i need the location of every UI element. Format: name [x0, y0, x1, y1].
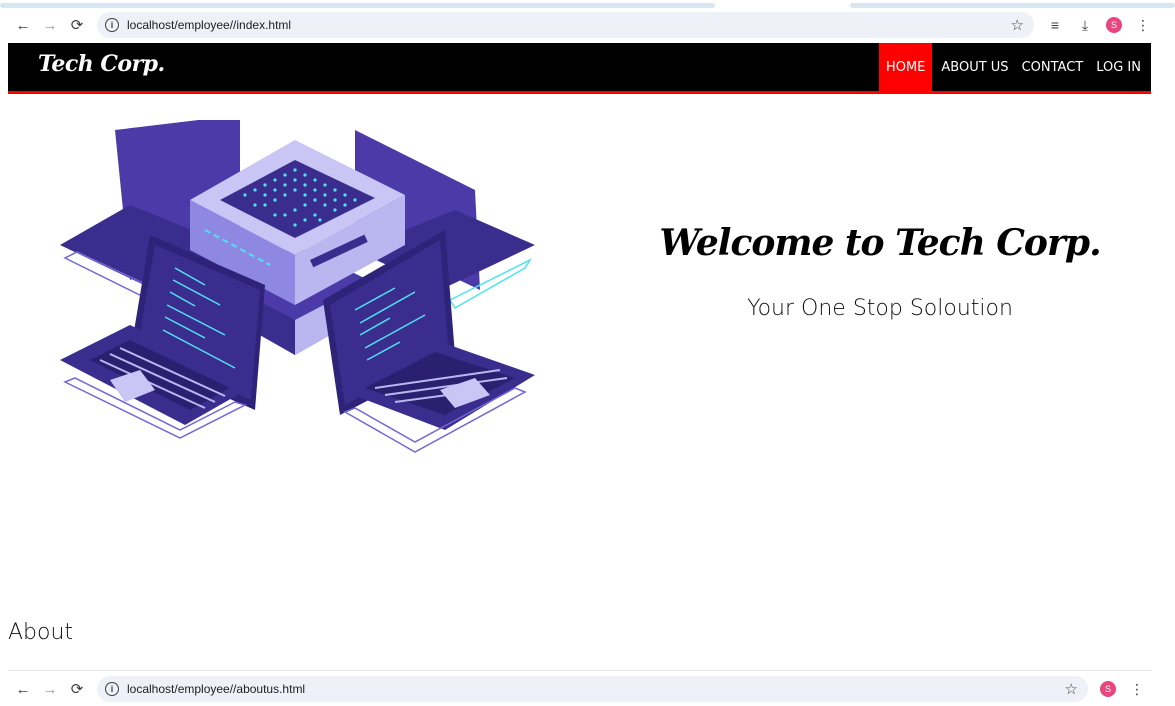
address-url: localhost/employee//index.html — [127, 18, 292, 32]
bookmark-star-icon[interactable]: ☆ — [1065, 680, 1078, 698]
menu-kebab-icon[interactable]: ⋮ — [1128, 681, 1146, 698]
menu-kebab-icon[interactable]: ⋮ — [1134, 17, 1152, 34]
site-info-icon[interactable]: i — [105, 682, 119, 696]
site-logo[interactable]: Tech Corp. — [38, 51, 165, 77]
toolbar-actions: ≡ ⤓ S ⋮ — [1046, 17, 1152, 34]
nav-links: HOME ABOUT US CONTACT LOG IN — [874, 43, 1145, 91]
browser-toolbar-bottom: ← → ⟳ i localhost/employee//aboutus.html… — [0, 672, 1175, 706]
site-info-icon[interactable]: i — [105, 18, 119, 32]
browser-toolbar-top: ← → ⟳ i localhost/employee//index.html ☆… — [0, 8, 1175, 42]
tab-strip — [0, 0, 1175, 8]
forward-icon[interactable]: → — [37, 676, 63, 702]
reading-list-icon[interactable]: ≡ — [1046, 17, 1064, 33]
reload-icon[interactable]: ⟳ — [64, 12, 90, 38]
address-bar[interactable]: i localhost/employee//aboutus.html ☆ — [97, 676, 1088, 702]
nav-about-us[interactable]: ABOUT US — [937, 43, 1012, 91]
back-icon[interactable]: ← — [10, 676, 36, 702]
download-icon[interactable]: ⤓ — [1076, 17, 1094, 34]
about-heading: About — [8, 620, 74, 645]
profile-avatar[interactable]: S — [1106, 17, 1122, 33]
reload-icon[interactable]: ⟳ — [64, 676, 90, 702]
bookmark-star-icon[interactable]: ☆ — [1011, 16, 1024, 34]
toolbar-actions: S ⋮ — [1100, 681, 1146, 698]
site-navbar: Tech Corp. HOME ABOUT US CONTACT LOG IN — [8, 43, 1151, 94]
forward-icon[interactable]: → — [37, 12, 63, 38]
profile-avatar[interactable]: S — [1100, 681, 1116, 697]
nav-contact[interactable]: CONTACT — [1018, 43, 1088, 91]
address-url: localhost/employee//aboutus.html — [127, 682, 306, 696]
window-divider — [8, 670, 1151, 671]
address-bar[interactable]: i localhost/employee//index.html ☆ — [97, 12, 1034, 38]
hero-title: Welcome to Tech Corp. — [659, 222, 1101, 264]
hero-subtitle: Your One Stop Soloution — [747, 296, 1013, 321]
back-icon[interactable]: ← — [10, 12, 36, 38]
nav-home[interactable]: HOME — [878, 43, 933, 91]
hero-illustration — [60, 120, 535, 453]
nav-log-in[interactable]: LOG IN — [1092, 43, 1145, 91]
